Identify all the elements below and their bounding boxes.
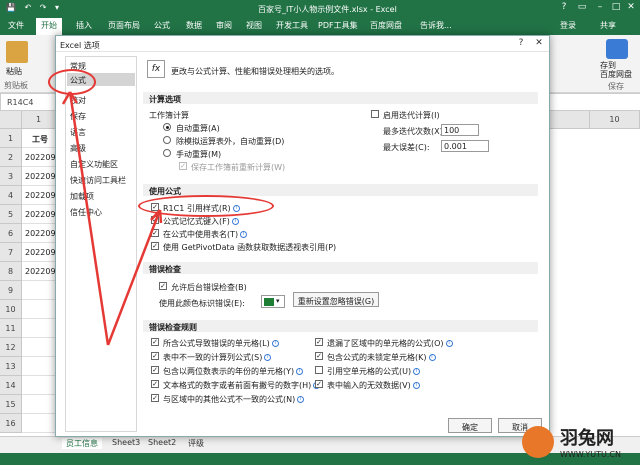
arrow-to-formulas <box>68 91 110 346</box>
arrow-to-r1c1 <box>106 209 162 346</box>
watermark-url: WWW.YUTU.CN <box>560 450 621 459</box>
annotation-arrows <box>61 91 163 346</box>
watermark-brand: 羽兔网 <box>560 428 614 449</box>
yutu-logo-icon <box>522 426 554 458</box>
watermark: 羽兔网 WWW.YUTU.CN <box>520 420 640 465</box>
